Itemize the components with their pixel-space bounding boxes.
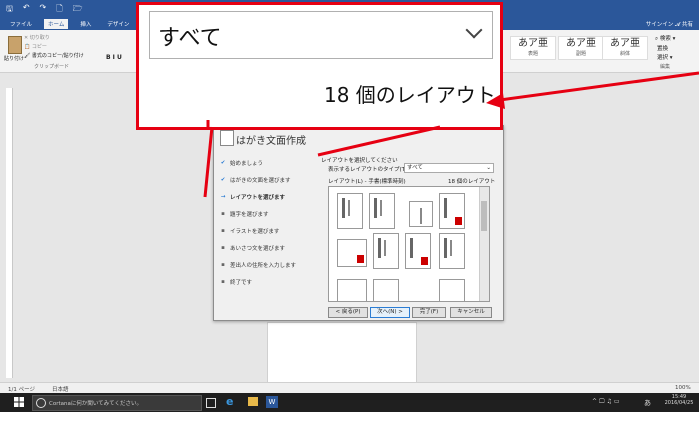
- search-placeholder: Cortanaに何か聞いてみてください。: [49, 401, 143, 407]
- system-tray-icons[interactable]: ^ 🖵 ♫ ▭: [592, 398, 620, 406]
- cortana-icon: [36, 398, 46, 408]
- view-buttons[interactable]: [582, 384, 652, 392]
- language-indicator[interactable]: 日本語: [52, 385, 69, 393]
- taskbar: Cortanaに何か聞いてみてください。 e W ^ 🖵 ♫ ▭ あ 15:49…: [0, 393, 699, 412]
- file-explorer-icon[interactable]: [248, 397, 258, 406]
- bottom-margin: [0, 412, 699, 443]
- task-view-icon[interactable]: [206, 398, 216, 408]
- clock-date: 2016/04/25: [664, 400, 694, 406]
- windows-start-icon[interactable]: [14, 397, 24, 407]
- ime-indicator[interactable]: あ: [644, 398, 651, 408]
- word-app-icon[interactable]: W: [266, 396, 278, 408]
- clock[interactable]: 15:49 2016/04/25: [662, 394, 696, 406]
- zoom-level[interactable]: 100%: [675, 385, 691, 391]
- red-arrow-head: [486, 93, 505, 109]
- page-count: 1/1 ページ: [8, 387, 35, 393]
- callout-pointer: [203, 71, 699, 198]
- red-arrow-line: [499, 71, 699, 102]
- edge-browser-icon[interactable]: e: [226, 395, 233, 408]
- callout-tail-left: [203, 126, 214, 198]
- callout-tail-right: [317, 125, 441, 157]
- cortana-search-box[interactable]: Cortanaに何か聞いてみてください。: [32, 395, 202, 411]
